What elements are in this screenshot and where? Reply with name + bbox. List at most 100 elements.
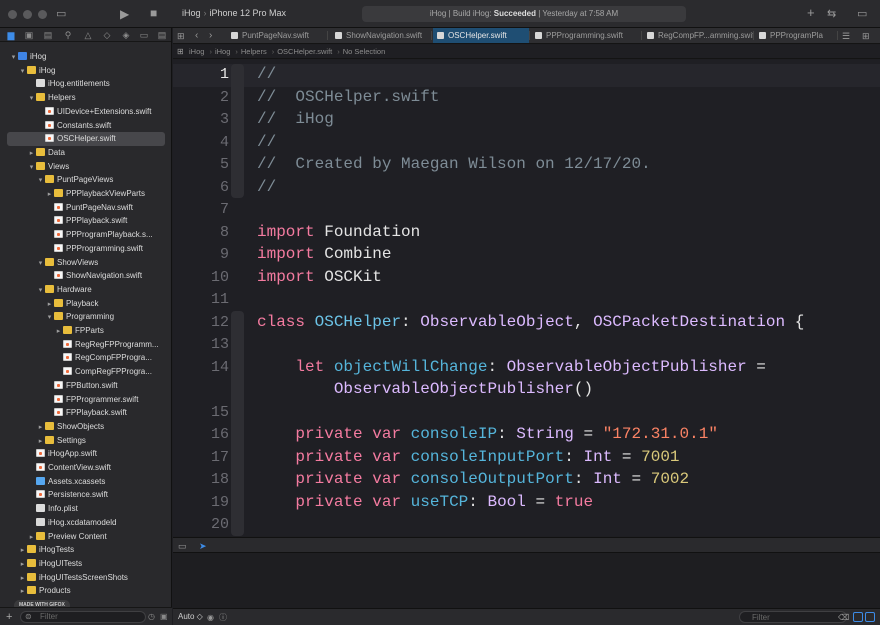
navigator-item[interactable]: RegCompFPProgra... xyxy=(0,351,172,365)
editor-tab[interactable]: RegCompFP...amming.swift xyxy=(643,28,753,43)
navigator-item[interactable]: PPProgramPlayback.s... xyxy=(0,228,172,242)
navigator-item[interactable]: ▸ Preview Content xyxy=(0,530,172,544)
inspector-toggle-icon[interactable]: ▭ xyxy=(857,8,867,20)
navigator-item[interactable]: ContentView.swift xyxy=(0,461,172,475)
navigator-item[interactable]: FPProgrammer.swift xyxy=(0,393,172,407)
navigator-item[interactable]: PPProgramming.swift xyxy=(0,242,172,256)
navigator-item[interactable]: ▸ iHogTests xyxy=(0,543,172,557)
navigator-item[interactable]: PPPlayback.swift xyxy=(0,214,172,228)
eye-icon[interactable]: ◉ xyxy=(207,612,214,624)
navigator-item[interactable]: ▾ PuntPageViews xyxy=(0,173,172,187)
variables-view-toggle[interactable] xyxy=(853,612,863,622)
disclosure-collapsed-icon[interactable]: ▸ xyxy=(54,325,63,338)
source-editor[interactable]: 1 2 3 4 5 6 7 8 9 10 11 12 13 14 15 16 17 18 19 20 //// OSC… xyxy=(173,60,880,536)
navigator-item[interactable]: ▾ iHog xyxy=(0,64,172,78)
zoom-window-button[interactable] xyxy=(38,10,47,19)
breadcrumb-item[interactable]: Helpers xyxy=(241,47,267,56)
folder-icon[interactable]: ▆ xyxy=(6,30,16,40)
disclosure-expanded-icon[interactable]: ▾ xyxy=(27,161,36,174)
navigator-item[interactable]: iHogApp.swift xyxy=(0,447,172,461)
navigator-item[interactable]: PuntPageNav.swift xyxy=(0,201,172,215)
find-icon[interactable]: ⚲ xyxy=(63,30,73,40)
navigator-item[interactable]: ▸ Settings xyxy=(0,434,172,448)
navigator-item[interactable]: Info.plist xyxy=(0,502,172,516)
navigator-item[interactable]: ShowNavigation.swift xyxy=(0,269,172,283)
source-control-icon[interactable]: ▣ xyxy=(24,30,34,40)
editor-tab[interactable]: OSCHelper.swift xyxy=(433,28,529,43)
console-filter-field[interactable]: Filter xyxy=(739,611,847,623)
navigator-item[interactable]: ▸ iHogUITestsScreenShots xyxy=(0,571,172,585)
navigator-item[interactable]: ▸ ShowObjects xyxy=(0,420,172,434)
editor-tab[interactable]: PPProgramPla xyxy=(755,28,837,43)
forward-icon[interactable]: › xyxy=(209,30,212,42)
navigator-item[interactable]: FPPlayback.swift xyxy=(0,406,172,420)
navigator-item[interactable]: iHog.entitlements xyxy=(0,77,172,91)
issue-icon[interactable]: △ xyxy=(83,30,93,40)
navigator-item[interactable]: ▸ Products xyxy=(0,584,172,598)
navigator-item[interactable]: ▾ Hardware xyxy=(0,283,172,297)
disclosure-collapsed-icon[interactable]: ▸ xyxy=(36,421,45,434)
navigator-item[interactable]: ▾ ShowViews xyxy=(0,256,172,270)
navigator-item[interactable]: ▸ Data xyxy=(0,146,172,160)
navigator-item[interactable]: CompRegFPProgra... xyxy=(0,365,172,379)
disclosure-expanded-icon[interactable]: ▾ xyxy=(27,92,36,105)
navigator-item[interactable]: ▾ Helpers xyxy=(0,91,172,105)
run-icon[interactable]: ▶ xyxy=(120,8,129,20)
breadcrumb-item[interactable]: iHog xyxy=(189,47,204,56)
disclosure-expanded-icon[interactable]: ▾ xyxy=(36,174,45,187)
breadcrumb-item[interactable]: No Selection xyxy=(343,47,386,56)
navigator-item[interactable]: UIDevice+Extensions.swift xyxy=(0,105,172,119)
scheme-selector[interactable]: iHog › iPhone 12 Pro Max xyxy=(182,8,286,18)
stop-icon[interactable]: ■ xyxy=(150,7,157,19)
disclosure-expanded-icon[interactable]: ▾ xyxy=(36,284,45,297)
editor-tab[interactable]: PPProgramming.swift xyxy=(531,28,641,43)
disclosure-expanded-icon[interactable]: ▾ xyxy=(18,65,27,78)
disclosure-collapsed-icon[interactable]: ▸ xyxy=(45,188,54,201)
add-icon[interactable]: + xyxy=(807,6,815,19)
breakpoints-toggle-icon[interactable]: ➤ xyxy=(199,540,207,552)
disclosure-collapsed-icon[interactable]: ▸ xyxy=(18,558,27,571)
recent-files-icon[interactable]: ◷ xyxy=(148,612,155,621)
console-view-toggle[interactable] xyxy=(865,612,875,622)
breakpoint-icon[interactable]: ▭ xyxy=(139,30,149,40)
code-review-icon[interactable]: ⇆ xyxy=(827,8,836,20)
navigator-item[interactable]: Assets.xcassets xyxy=(0,475,172,489)
navigator-item[interactable]: ▸ FPParts xyxy=(0,324,172,338)
related-items-icon[interactable]: ⊞ xyxy=(177,30,185,42)
navigator-item[interactable]: ▾ iHog xyxy=(0,50,172,64)
navigator-item[interactable]: iHog.xcdatamodeld xyxy=(0,516,172,530)
breadcrumb-item[interactable]: OSCHelper.swift xyxy=(277,47,332,56)
breadcrumb-item[interactable]: iHog xyxy=(215,47,230,56)
trash-icon[interactable]: ⌫ xyxy=(838,612,849,624)
disclosure-expanded-icon[interactable]: ▾ xyxy=(45,311,54,324)
navigator-item[interactable]: ▸ PPPlaybackViewParts xyxy=(0,187,172,201)
editor-tab[interactable]: ShowNavigation.swift xyxy=(331,28,431,43)
symbol-icon[interactable]: ▤ xyxy=(43,30,53,40)
sidebar-toggle-icon[interactable]: ▭ xyxy=(56,8,66,20)
add-editor-icon[interactable]: ⊞ xyxy=(862,30,870,42)
navigator-item[interactable]: ▸ iHogUITests xyxy=(0,557,172,571)
close-window-button[interactable] xyxy=(8,10,17,19)
navigator-item[interactable]: OSCHelper.swift xyxy=(7,132,165,146)
report-icon[interactable]: ▤ xyxy=(157,30,167,40)
hide-debug-area-icon[interactable]: ▭ xyxy=(178,540,187,552)
test-icon[interactable]: ◇ xyxy=(102,30,112,40)
disclosure-collapsed-icon[interactable]: ▸ xyxy=(18,544,27,557)
debug-icon[interactable]: ◈ xyxy=(121,30,131,40)
editor-tab[interactable]: PuntPageNav.swift xyxy=(227,28,327,43)
fold-ribbon[interactable] xyxy=(231,311,244,536)
disclosure-expanded-icon[interactable]: ▾ xyxy=(9,51,18,64)
navigator-filter-field[interactable] xyxy=(20,611,146,623)
disclosure-collapsed-icon[interactable]: ▸ xyxy=(18,585,27,598)
info-icon[interactable]: ⓘ xyxy=(219,612,227,624)
disclosure-expanded-icon[interactable]: ▾ xyxy=(36,257,45,270)
adjust-editor-icon[interactable]: ☰ xyxy=(842,30,850,42)
back-icon[interactable]: ‹ xyxy=(195,30,198,42)
navigator-item[interactable]: ▾ Programming xyxy=(0,310,172,324)
navigator-item[interactable]: FPButton.swift xyxy=(0,379,172,393)
disclosure-collapsed-icon[interactable]: ▸ xyxy=(45,298,54,311)
navigator-item[interactable]: ▸ Playback xyxy=(0,297,172,311)
disclosure-collapsed-icon[interactable]: ▸ xyxy=(36,435,45,448)
disclosure-collapsed-icon[interactable]: ▸ xyxy=(18,572,27,585)
variables-scope-select[interactable]: Auto ◇ xyxy=(178,612,203,621)
